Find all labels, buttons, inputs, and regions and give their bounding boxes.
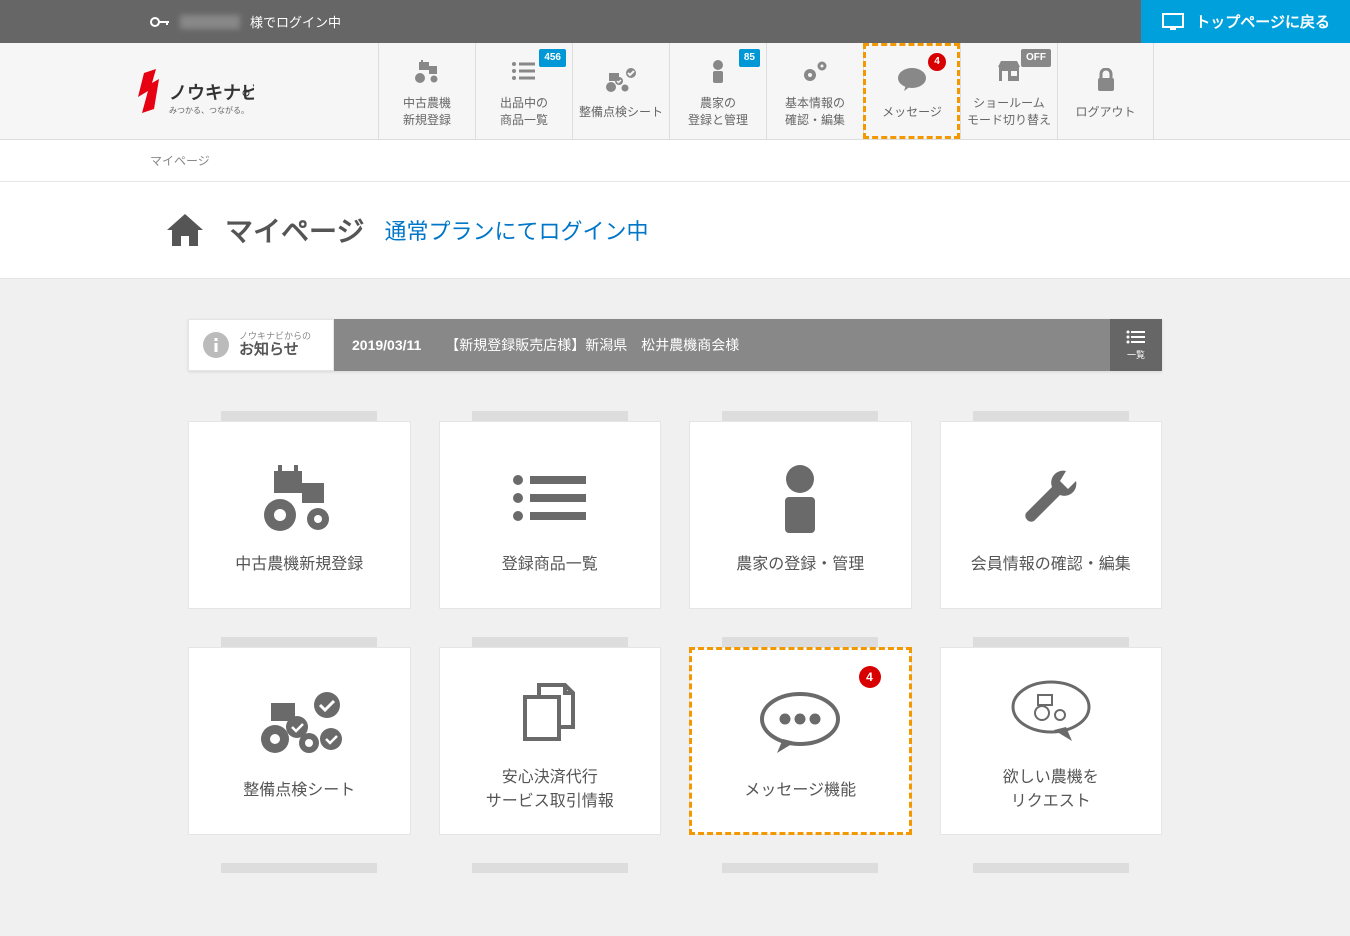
card-register[interactable]: 中古農機新規登録: [188, 421, 411, 609]
drag-handle[interactable]: [722, 411, 878, 421]
card-label: 会員情報の確認・編集: [971, 553, 1131, 577]
tractor-check-icon: [603, 62, 639, 98]
card-label: 整備点検シート: [243, 779, 355, 803]
off-badge: OFF: [1021, 49, 1051, 67]
drag-handle[interactable]: [472, 863, 628, 873]
lock-icon: [1096, 62, 1116, 98]
speech-icon: [896, 62, 928, 98]
card-inspection[interactable]: 整備点検シート: [188, 647, 411, 835]
key-icon: [150, 16, 170, 28]
svg-text:みつかる、つながる。: みつかる、つながる。: [169, 105, 249, 115]
login-suffix: 様でログイン中: [250, 12, 341, 31]
nav-label: ログアウト: [1075, 104, 1135, 121]
nav-message[interactable]: 4 メッセージ: [863, 43, 960, 139]
nav-profile[interactable]: 基本情報の確認・編集: [766, 43, 863, 139]
next-row-handles: [188, 863, 1162, 873]
notice-body[interactable]: 2019/03/11 【新規登録販売店様】新潟県 松井農機商会様: [334, 319, 1110, 371]
nav-register[interactable]: 中古農機新規登録: [378, 43, 475, 139]
info-icon: [203, 332, 229, 358]
card-label: 中古農機新規登録: [235, 553, 363, 577]
drag-handle[interactable]: [722, 637, 878, 647]
drag-handle[interactable]: [221, 637, 377, 647]
nav-logout[interactable]: ログアウト: [1057, 43, 1154, 139]
drag-handle[interactable]: [722, 863, 878, 873]
drag-handle[interactable]: [221, 863, 377, 873]
nav-label: 整備点検シート: [579, 104, 663, 121]
card-message[interactable]: 4 メッセージ機能: [689, 647, 912, 835]
notice-date: 2019/03/11: [352, 337, 421, 353]
card-label: メッセージ機能: [744, 779, 856, 803]
logo[interactable]: ノウキナビ みつかる、つながる。: [0, 43, 378, 139]
count-badge: 4: [928, 53, 946, 71]
nav-label: 基本情報の確認・編集: [785, 95, 845, 129]
tractor-icon: [254, 453, 344, 543]
gears-icon: [800, 53, 830, 89]
page-title: マイページ: [225, 210, 364, 250]
card-label: 農家の登録・管理: [736, 553, 864, 577]
tractor-icon: [411, 53, 443, 89]
count-badge: 85: [739, 49, 760, 67]
list-icon: [510, 453, 590, 543]
notice-list-label: 一覧: [1127, 348, 1145, 361]
person-icon: [709, 53, 727, 89]
drag-handle[interactable]: [472, 411, 628, 421]
drag-handle[interactable]: [472, 637, 628, 647]
card-label: 登録商品一覧: [502, 553, 598, 577]
tractor-check-icon: [249, 679, 349, 769]
notice-main: お知らせ: [239, 341, 311, 359]
speech-tractor-icon: [1006, 668, 1096, 756]
notice-bar: ノウキナビからの お知らせ 2019/03/11 【新規登録販売店様】新潟県 松…: [188, 319, 1162, 371]
card-payment[interactable]: 安心決済代行サービス取引情報: [439, 647, 662, 835]
breadcrumb: マイページ: [0, 140, 1350, 182]
nav-label: メッセージ: [882, 104, 942, 121]
svg-text:ノウキナビ: ノウキナビ: [169, 83, 254, 103]
navbar: ノウキナビ みつかる、つながる。 中古農機新規登録 456 出品中の商品一覧 整…: [0, 43, 1350, 140]
card-label: 安心決済代行サービス取引情報: [486, 766, 614, 814]
nav-label: ショールームモード切り替え: [967, 95, 1051, 129]
count-badge: 4: [859, 666, 881, 688]
notice-list-button[interactable]: 一覧: [1110, 319, 1162, 371]
notice-sub: ノウキナビからの: [239, 331, 311, 342]
person-icon: [775, 453, 825, 543]
documents-icon: [515, 668, 585, 756]
nav-farmer[interactable]: 85 農家の登録と管理: [669, 43, 766, 139]
username-blurred: [180, 15, 240, 29]
list-icon: [511, 53, 537, 89]
card-farmer[interactable]: 農家の登録・管理: [689, 421, 912, 609]
monitor-icon: [1161, 12, 1185, 32]
card-request[interactable]: 欲しい農機をリクエスト: [940, 647, 1163, 835]
nav-inspection[interactable]: 整備点検シート: [572, 43, 669, 139]
drag-handle[interactable]: [973, 637, 1129, 647]
plan-status: 通常プランにてログイン中: [384, 214, 648, 246]
drag-handle[interactable]: [221, 411, 377, 421]
notice-label: ノウキナビからの お知らせ: [188, 319, 334, 371]
page-title-section: マイページ 通常プランにてログイン中: [0, 182, 1350, 279]
drag-handle[interactable]: [973, 863, 1129, 873]
back-to-top-button[interactable]: トップページに戻る: [1141, 0, 1350, 43]
nav-listing[interactable]: 456 出品中の商品一覧: [475, 43, 572, 139]
card-label: 欲しい農機をリクエスト: [1003, 766, 1099, 814]
drag-handle[interactable]: [973, 411, 1129, 421]
card-listing[interactable]: 登録商品一覧: [439, 421, 662, 609]
notice-text: 【新規登録販売店様】新潟県 松井農機商会様: [445, 335, 739, 355]
content: ノウキナビからの お知らせ 2019/03/11 【新規登録販売店様】新潟県 松…: [0, 279, 1350, 913]
speech-icon: [755, 679, 845, 769]
nav-label: 農家の登録と管理: [688, 95, 748, 129]
wrench-icon: [1016, 453, 1086, 543]
topbar: 様でログイン中 トップページに戻る: [0, 0, 1350, 43]
count-badge: 456: [539, 49, 566, 67]
back-to-top-label: トップページに戻る: [1195, 11, 1330, 32]
card-grid: 中古農機新規登録 登録商品一覧 農家の登録・管理: [188, 411, 1162, 835]
login-status: 様でログイン中: [150, 12, 341, 31]
store-icon: [996, 53, 1022, 89]
nav-label: 中古農機新規登録: [403, 95, 451, 129]
nav-label: 出品中の商品一覧: [500, 95, 548, 129]
nav-showroom[interactable]: OFF ショールームモード切り替え: [960, 43, 1057, 139]
card-profile[interactable]: 会員情報の確認・編集: [940, 421, 1163, 609]
home-icon: [165, 212, 205, 248]
